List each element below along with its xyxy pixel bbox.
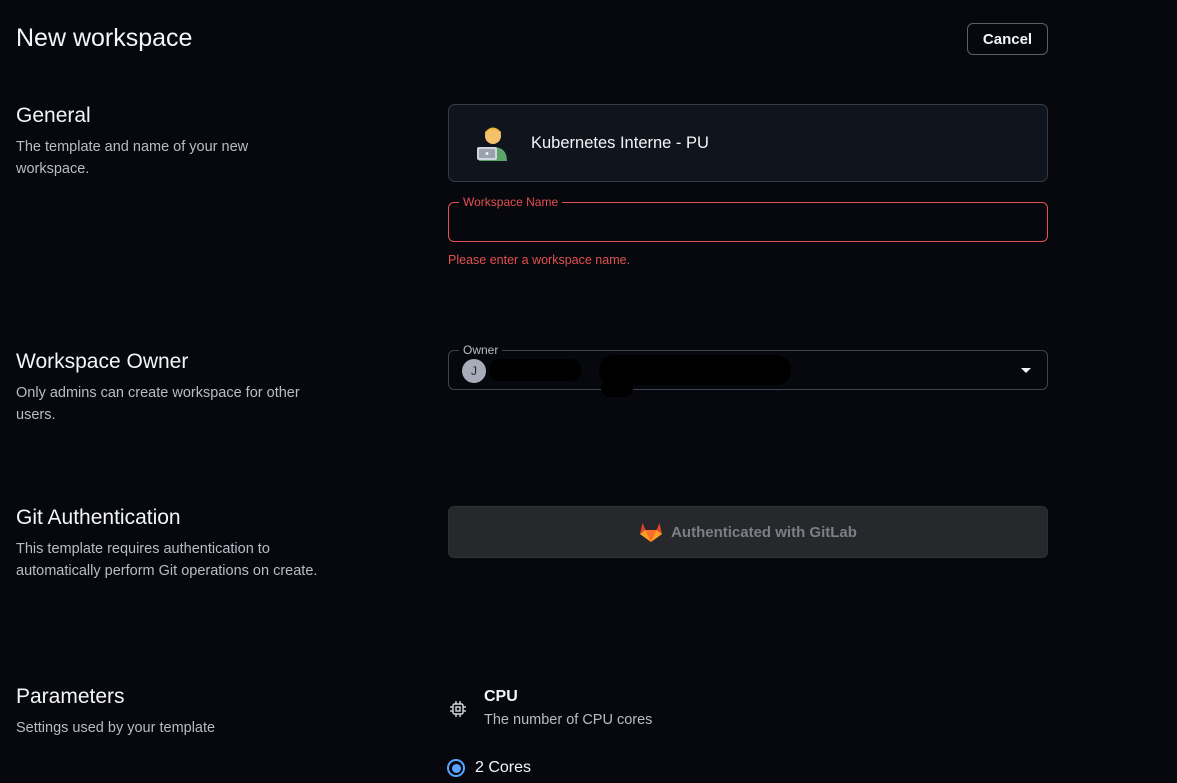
- owner-section-title: Workspace Owner: [16, 350, 189, 373]
- owner-section-description: Only admins can create workspace for oth…: [16, 385, 300, 423]
- template-card: Kubernetes Interne - PU: [448, 104, 1048, 182]
- avatar: J: [462, 359, 486, 383]
- gitlab-auth-button[interactable]: Authenticated with GitLab: [448, 506, 1048, 558]
- chevron-down-icon: [1021, 368, 1031, 373]
- cpu-icon: [449, 700, 467, 718]
- workspace-name-input[interactable]: [449, 203, 1047, 241]
- workspace-name-error: Please enter a workspace name.: [448, 253, 631, 267]
- redaction-mark: [489, 359, 581, 381]
- create-workspace-page: New workspace Cancel General The templat…: [0, 0, 1177, 783]
- cpu-option-label: 2 Cores: [475, 759, 532, 776]
- redaction-mark: [601, 379, 633, 397]
- radio-button[interactable]: [447, 759, 465, 777]
- cpu-param-title: CPU: [484, 688, 518, 705]
- radio-selected-dot: [451, 763, 461, 773]
- gitlab-icon: [639, 521, 663, 543]
- owner-select[interactable]: Owner J @ .com: [448, 342, 1048, 397]
- git-section-title: Git Authentication: [16, 506, 181, 529]
- cpu-param-description: The number of CPU cores: [484, 712, 653, 728]
- owner-label: Owner: [459, 342, 503, 358]
- technologist-emoji-icon: [471, 121, 515, 165]
- general-section-title: General: [16, 104, 91, 127]
- parameters-section-title: Parameters: [16, 685, 125, 708]
- general-section-description: The template and name of your new worksp…: [16, 139, 249, 177]
- parameters-section-description: Settings used by your template: [16, 720, 216, 736]
- page-title: New workspace: [16, 24, 193, 52]
- cpu-option-2-cores[interactable]: 2 Cores: [447, 759, 531, 777]
- git-section-description: This template requires authentication to…: [16, 541, 318, 579]
- cancel-button[interactable]: Cancel: [967, 23, 1048, 55]
- template-name: Kubernetes Interne - PU: [531, 133, 709, 152]
- gitlab-auth-label: Authenticated with GitLab: [671, 523, 857, 541]
- workspace-name-field[interactable]: Workspace Name: [448, 194, 1048, 242]
